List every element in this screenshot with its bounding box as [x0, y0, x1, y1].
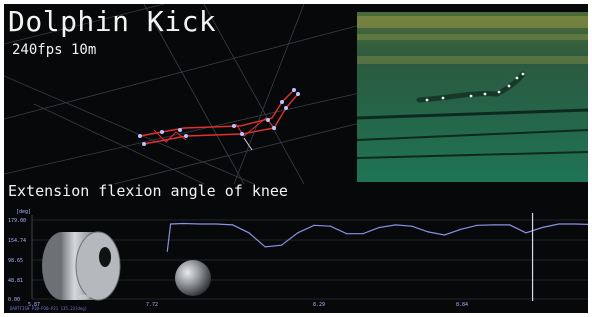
lane-rope: [357, 56, 588, 64]
grid-line: [233, 4, 305, 184]
x-tick-label: 8.29: [313, 302, 325, 308]
data-point: [264, 246, 266, 248]
data-point: [280, 244, 283, 246]
data-point: [558, 223, 560, 225]
y-tick-label: 98.65: [8, 258, 23, 264]
cylinder-hole: [99, 247, 111, 267]
data-point: [183, 222, 185, 225]
data-point: [232, 224, 234, 226]
data-point: [297, 232, 299, 234]
data-point: [443, 234, 446, 236]
marker-point: [521, 72, 525, 76]
marker-points: [138, 88, 300, 146]
marker-point: [425, 98, 429, 102]
marker-point: [441, 96, 445, 100]
metal-cylinder: [42, 231, 121, 301]
grid-line: [4, 75, 255, 184]
marker-point: [266, 118, 270, 122]
cylinder-face: [75, 231, 121, 301]
cylinder-highlight: [78, 294, 90, 300]
underwater-video-inset: [357, 12, 588, 182]
grid-line: [203, 4, 305, 184]
data-point: [346, 233, 348, 235]
data-point: [427, 231, 429, 233]
marker-point: [292, 88, 296, 92]
data-point: [460, 228, 462, 230]
metal-sphere: [175, 260, 211, 296]
data-point: [525, 232, 527, 234]
y-axis-unit: [deg]: [16, 209, 31, 215]
video-subtitle: 240fps 10m: [12, 42, 97, 58]
marker-point: [178, 128, 182, 132]
marker-point: [138, 134, 142, 138]
video-title: Dolphin Kick: [8, 5, 217, 38]
marker-point: [240, 132, 244, 136]
knee-angle-chart: [deg] 179.00154.7498.6548.810.00 5.87 7.7…: [4, 203, 588, 313]
marker-point: [184, 134, 188, 138]
y-tick-label: 48.81: [8, 278, 23, 284]
footer-readout: DARTFISH P10-P20-P21 135.23[deg]: [10, 306, 88, 311]
data-point: [541, 226, 543, 229]
data-point: [313, 224, 315, 226]
data-point: [215, 223, 217, 225]
lane-rope: [357, 34, 588, 40]
grid-line: [33, 103, 205, 184]
data-point: [411, 225, 413, 227]
swimmer-skeleton: [138, 88, 300, 151]
marker-point: [142, 142, 146, 146]
x-tick-label: 7.72: [146, 302, 158, 308]
data-point: [329, 225, 331, 227]
marker-point: [280, 100, 284, 104]
marker-point: [272, 126, 276, 130]
marker-point: [507, 84, 511, 88]
marker-point: [483, 92, 487, 96]
marker-point: [515, 76, 519, 80]
data-point: [492, 224, 494, 226]
data-point: [395, 224, 397, 226]
y-tick-label: 179.00: [8, 218, 26, 224]
data-point: [476, 224, 478, 226]
data-point: [574, 223, 576, 225]
data-point: [378, 226, 380, 229]
y-tick-label: 0.00: [8, 297, 20, 303]
data-point: [248, 232, 250, 234]
data-point: [362, 233, 364, 235]
x-tick-label: 8.84: [456, 302, 468, 308]
data-point: [509, 224, 511, 226]
marker-point: [284, 106, 288, 110]
data-point: [166, 250, 168, 252]
data-point: [199, 223, 201, 225]
grid-line: [4, 23, 365, 120]
marker-point: [497, 90, 501, 94]
section-label: Extension flexion angle of knee: [8, 182, 288, 200]
y-tick-label: 154.74: [8, 238, 26, 244]
data-point: [170, 223, 172, 225]
grid-line: [4, 91, 365, 175]
marker-point: [232, 124, 236, 128]
video-frame: Dolphin Kick 240fps 10m Extension flexio…: [4, 4, 588, 313]
marker-point: [469, 94, 473, 98]
marker-point: [296, 92, 300, 96]
marker-point: [160, 130, 164, 134]
lane-rope: [357, 16, 588, 28]
